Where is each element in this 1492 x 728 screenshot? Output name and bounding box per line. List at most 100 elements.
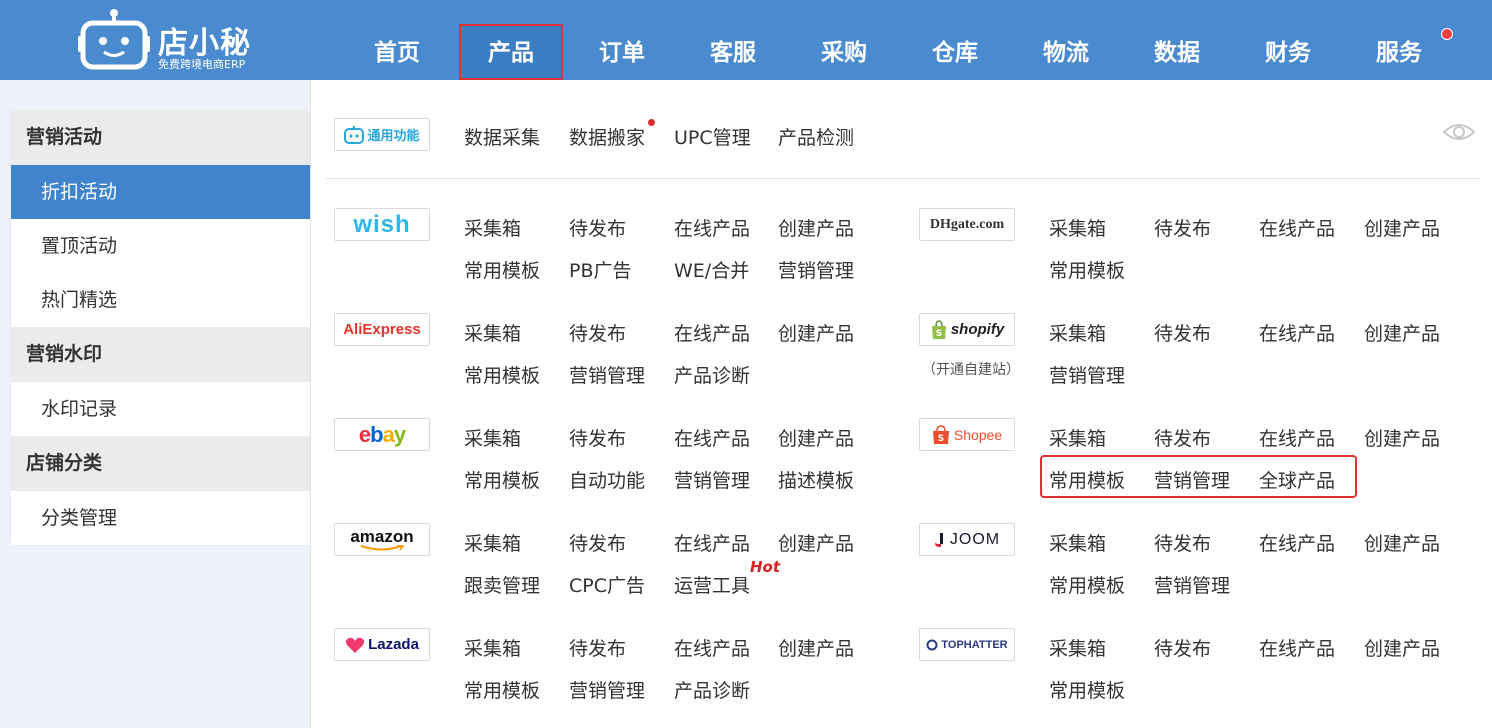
ebay-link-marketing[interactable]: 营销管理 [674,466,750,493]
joom-link-templates[interactable]: 常用模板 [1049,571,1125,598]
ebay-link-auto[interactable]: 自动功能 [569,466,645,493]
tophatter-link-create[interactable]: 创建产品 [1364,634,1440,661]
shopee-link-collect[interactable]: 采集箱 [1049,424,1106,451]
sidebar-item-watermark-records[interactable]: 水印记录 [11,382,310,436]
joom-link-collect[interactable]: 采集箱 [1049,529,1106,556]
lazada-link-diagnosis[interactable]: 产品诊断 [674,676,750,703]
nav-customer-service[interactable]: 客服 [681,24,785,80]
lazada-logo[interactable]: Lazada [334,628,430,661]
wish-link-pending[interactable]: 待发布 [569,214,626,241]
lazada-link-marketing[interactable]: 营销管理 [569,676,645,703]
link-data-migrate[interactable]: 数据搬家 [569,123,645,150]
ebay-link-collect[interactable]: 采集箱 [464,424,521,451]
wish-link-create[interactable]: 创建产品 [778,214,854,241]
amazon-link-collect[interactable]: 采集箱 [464,529,521,556]
amazon-link-online[interactable]: 在线产品 [674,529,750,556]
ali-link-pending[interactable]: 待发布 [569,319,626,346]
ali-link-online[interactable]: 在线产品 [674,319,750,346]
amazon-link-cpc-ads[interactable]: CPC广告 [569,571,645,598]
dhgate-logo[interactable]: DHgate.com [919,208,1015,241]
wish-link-collect[interactable]: 采集箱 [464,214,521,241]
ebay-link-pending[interactable]: 待发布 [569,424,626,451]
link-product-detect[interactable]: 产品检测 [778,123,854,150]
general-feature-badge: 通用功能 [334,118,430,151]
link-data-collect[interactable]: 数据采集 [464,123,540,150]
app-logo[interactable]: 店小秘 免费跨境电商ERP [78,4,278,74]
ebay-link-online[interactable]: 在线产品 [674,424,750,451]
shopify-link-marketing[interactable]: 营销管理 [1049,361,1125,388]
nav-finance[interactable]: 财务 [1236,24,1340,80]
shopee-link-online[interactable]: 在线产品 [1259,424,1335,451]
aliexpress-logo[interactable]: AliExpress [334,313,430,346]
amazon-link-ops-tools[interactable]: 运营工具 [674,571,750,598]
joom-link-marketing[interactable]: 营销管理 [1154,571,1230,598]
robot-logo-icon [78,9,150,70]
lazada-link-create[interactable]: 创建产品 [778,634,854,661]
joom-link-create[interactable]: 创建产品 [1364,529,1440,556]
ali-link-marketing[interactable]: 营销管理 [569,361,645,388]
nav-product[interactable]: 产品 [459,24,563,80]
ali-link-collect[interactable]: 采集箱 [464,319,521,346]
notification-dot [1441,28,1453,40]
divider [326,178,1481,179]
sidebar-item-hot-picks[interactable]: 热门精选 [11,273,310,327]
ebay-logo-text: ebay [358,421,406,447]
lazada-link-templates[interactable]: 常用模板 [464,676,540,703]
sidebar-item-discount[interactable]: 折扣活动 [11,165,310,219]
joom-link-online[interactable]: 在线产品 [1259,529,1335,556]
nav-home[interactable]: 首页 [345,24,449,80]
ebay-link-create[interactable]: 创建产品 [778,424,854,451]
tophatter-link-templates[interactable]: 常用模板 [1049,676,1125,703]
shopify-link-online[interactable]: 在线产品 [1259,319,1335,346]
amazon-link-create[interactable]: 创建产品 [778,529,854,556]
tophatter-link-collect[interactable]: 采集箱 [1049,634,1106,661]
lazada-link-online[interactable]: 在线产品 [674,634,750,661]
shopify-link-pending[interactable]: 待发布 [1154,319,1211,346]
joom-logo[interactable]: JOOM [919,523,1015,556]
product-dropdown-panel: 通用功能 数据采集 数据搬家 UPC管理 产品检测 wish 采集箱 待发布 在… [310,80,1492,728]
lazada-link-collect[interactable]: 采集箱 [464,634,521,661]
wish-logo[interactable]: wish [334,208,430,241]
amazon-logo[interactable]: amazon [334,523,430,556]
dhgate-link-online[interactable]: 在线产品 [1259,214,1335,241]
nav-warehouse[interactable]: 仓库 [903,24,1007,80]
eye-icon[interactable] [1443,120,1475,144]
sidebar-group-marketing: 营销活动 [11,110,310,165]
tophatter-logo[interactable]: TOPHATTER [919,628,1015,661]
nav-service[interactable]: 服务 [1347,24,1451,80]
sidebar-item-pin-top[interactable]: 置顶活动 [11,219,310,273]
dhgate-link-pending[interactable]: 待发布 [1154,214,1211,241]
sidebar-item-category-manage[interactable]: 分类管理 [11,491,310,545]
shopee-link-create[interactable]: 创建产品 [1364,424,1440,451]
wish-link-we-merge[interactable]: WE/合并 [674,256,749,283]
ali-link-create[interactable]: 创建产品 [778,319,854,346]
wish-link-online[interactable]: 在线产品 [674,214,750,241]
wish-link-pb-ads[interactable]: PB广告 [569,256,632,283]
shopify-link-create[interactable]: 创建产品 [1364,319,1440,346]
ebay-logo[interactable]: ebay [334,418,430,451]
shopee-logo[interactable]: S Shopee [919,418,1015,451]
amazon-link-pending[interactable]: 待发布 [569,529,626,556]
shopify-link-collect[interactable]: 采集箱 [1049,319,1106,346]
dhgate-link-collect[interactable]: 采集箱 [1049,214,1106,241]
dhgate-link-create[interactable]: 创建产品 [1364,214,1440,241]
nav-data[interactable]: 数据 [1125,24,1229,80]
tophatter-link-online[interactable]: 在线产品 [1259,634,1335,661]
nav-purchase[interactable]: 采购 [792,24,896,80]
joom-link-pending[interactable]: 待发布 [1154,529,1211,556]
ebay-link-templates[interactable]: 常用模板 [464,466,540,493]
dhgate-link-templates[interactable]: 常用模板 [1049,256,1125,283]
ali-link-diagnosis[interactable]: 产品诊断 [674,361,750,388]
shopify-logo[interactable]: S shopify [919,313,1015,346]
link-upc-manage[interactable]: UPC管理 [674,123,751,150]
wish-link-templates[interactable]: 常用模板 [464,256,540,283]
amazon-link-follow-sell[interactable]: 跟卖管理 [464,571,540,598]
ali-link-templates[interactable]: 常用模板 [464,361,540,388]
nav-orders[interactable]: 订单 [570,24,674,80]
ebay-link-desc-templates[interactable]: 描述模板 [778,466,854,493]
wish-link-marketing[interactable]: 营销管理 [778,256,854,283]
lazada-link-pending[interactable]: 待发布 [569,634,626,661]
tophatter-link-pending[interactable]: 待发布 [1154,634,1211,661]
nav-logistics[interactable]: 物流 [1014,24,1118,80]
shopee-link-pending[interactable]: 待发布 [1154,424,1211,451]
